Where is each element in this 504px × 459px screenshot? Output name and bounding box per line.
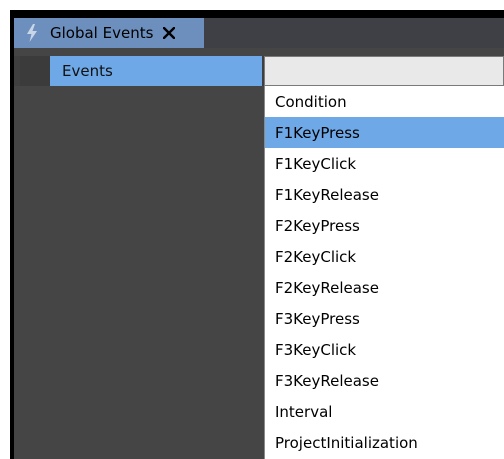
tab-strip: Global Events <box>14 18 504 48</box>
row-header-gutter <box>20 56 50 86</box>
lightning-icon <box>14 18 50 48</box>
tab-global-events[interactable]: Global Events <box>14 18 204 48</box>
tab-title: Global Events <box>50 24 154 42</box>
events-column-header-label: Events <box>62 62 113 80</box>
dropdown-item-f2keyclick[interactable]: F2KeyClick <box>265 241 504 272</box>
event-dropdown-list: Condition F1KeyPress F1KeyClick F1KeyReleas… <box>264 86 504 459</box>
global-events-window: Global Events Events Condition F1KeyPress… <box>10 10 504 459</box>
dropdown-item-interval[interactable]: Interval <box>265 396 504 427</box>
screen: Global Events Events Condition F1KeyPress… <box>0 0 504 459</box>
event-selector-combobox[interactable] <box>264 56 504 86</box>
dropdown-item-f3keyrelease[interactable]: F3KeyRelease <box>265 365 504 396</box>
events-column-header[interactable]: Events <box>50 56 262 86</box>
events-grid: Events Condition F1KeyPress F1KeyClick F1Ke… <box>14 48 504 459</box>
header-row: Events <box>14 56 504 86</box>
dropdown-item-f1keyrelease[interactable]: F1KeyRelease <box>265 179 504 210</box>
close-icon[interactable] <box>161 18 177 48</box>
dropdown-item-f1keyclick[interactable]: F1KeyClick <box>265 148 504 179</box>
dropdown-item-f3keypress[interactable]: F3KeyPress <box>265 303 504 334</box>
dropdown-item-condition[interactable]: Condition <box>265 86 504 117</box>
dropdown-item-projectinitialization[interactable]: ProjectInitialization <box>265 427 504 458</box>
dropdown-item-f3keyclick[interactable]: F3KeyClick <box>265 334 504 365</box>
dropdown-item-f2keyrelease[interactable]: F2KeyRelease <box>265 272 504 303</box>
dropdown-item-f2keypress[interactable]: F2KeyPress <box>265 210 504 241</box>
dropdown-item-f1keypress[interactable]: F1KeyPress <box>265 117 504 148</box>
